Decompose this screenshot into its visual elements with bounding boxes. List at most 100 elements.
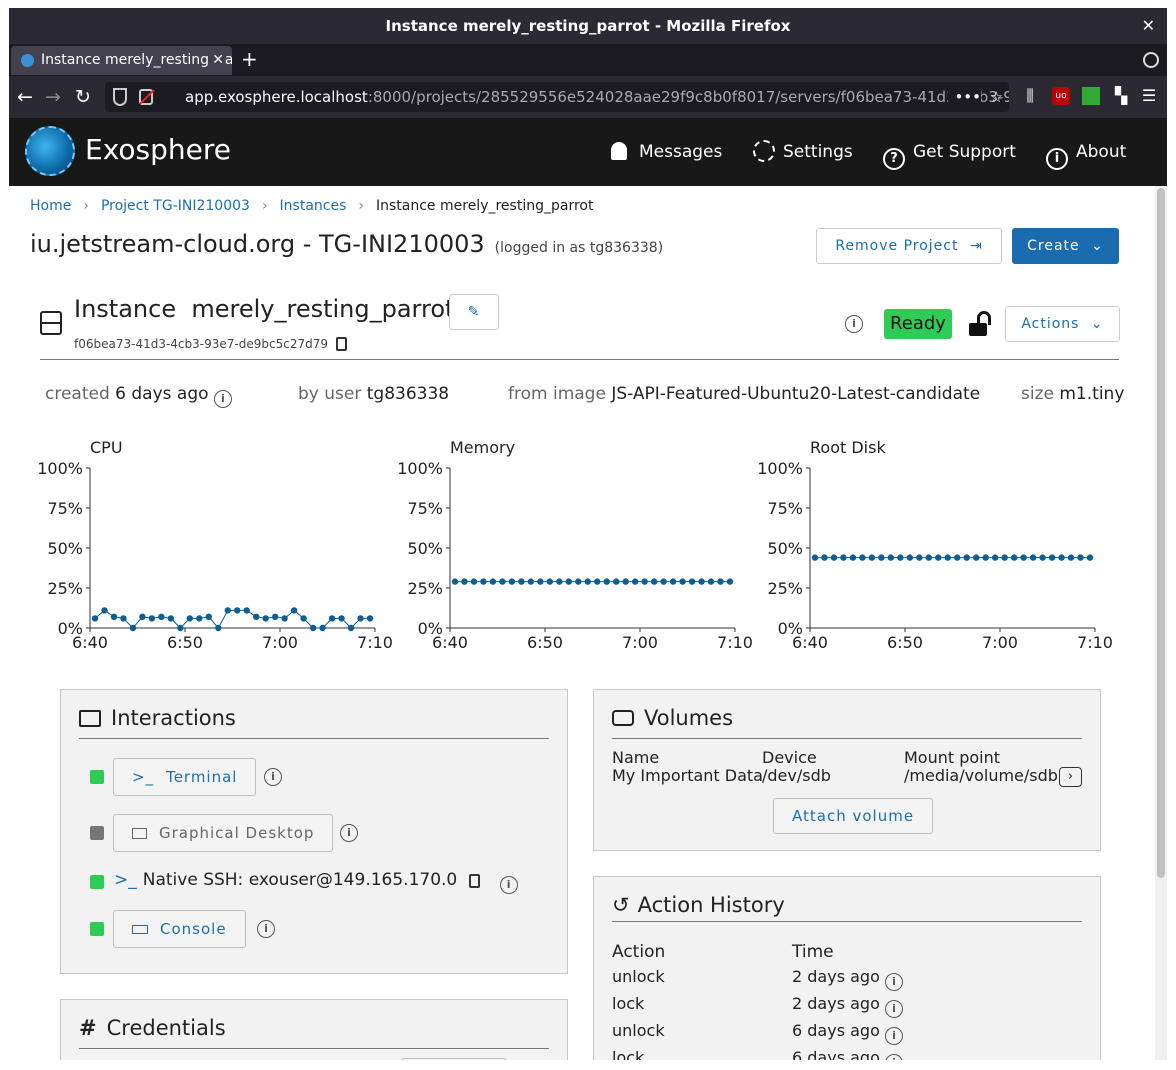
data-point: [470, 578, 478, 585]
meta-user: by user tg836338: [298, 384, 449, 404]
status-badge: Ready: [884, 309, 952, 339]
breadcrumb-project[interactable]: Project TG-INI210003: [101, 198, 250, 214]
x-tick-label: 7:00: [622, 633, 658, 652]
remove-project-button[interactable]: Remove Project ⇥: [816, 228, 1002, 264]
data-point: [849, 554, 857, 561]
data-point: [101, 607, 108, 614]
copy-ssh-icon[interactable]: [469, 874, 481, 888]
data-point: [688, 578, 696, 585]
divider: [612, 921, 1082, 922]
history-time-1-text: 2 days ago: [792, 967, 880, 986]
attach-volume-button[interactable]: Attach volume: [773, 798, 934, 834]
support-menu-item[interactable]: ? Get Support: [883, 118, 1016, 186]
unlocked-padlock-icon[interactable]: [969, 311, 993, 337]
desktop-info-icon[interactable]: i: [340, 824, 358, 842]
url-path: :8000/projects/285529556e524028aae29f9c8…: [367, 88, 1009, 106]
question-icon: ?: [883, 148, 905, 170]
y-tick-label: 75%: [407, 499, 443, 518]
chevron-right-icon[interactable]: ›: [1059, 767, 1082, 787]
data-point: [489, 578, 497, 585]
url-bar[interactable]: app.exosphere.localhost:8000/projects/28…: [105, 82, 1009, 112]
status-info-icon[interactable]: i: [845, 315, 863, 333]
terminal-status-indicator: [90, 770, 104, 784]
data-point: [1001, 554, 1008, 561]
close-tab-icon[interactable]: ✕: [208, 46, 224, 75]
new-tab-icon[interactable]: +: [241, 46, 258, 72]
messages-menu-item[interactable]: Messages: [611, 118, 722, 186]
console-info-icon[interactable]: i: [257, 920, 275, 938]
breadcrumb-home[interactable]: Home: [30, 198, 71, 214]
settings-menu-item[interactable]: Settings: [753, 118, 853, 186]
brand-name[interactable]: Exosphere: [85, 132, 231, 168]
data-point: [120, 615, 127, 622]
ssh-info-icon[interactable]: i: [499, 876, 518, 894]
copy-uuid-icon[interactable]: [335, 337, 347, 351]
y-tick-label: 50%: [767, 539, 803, 558]
data-point: [527, 578, 535, 585]
library-icon[interactable]: ⫼: [1021, 87, 1039, 105]
time-info-icon[interactable]: i: [884, 1054, 903, 1060]
data-point: [935, 554, 942, 561]
divider: [79, 738, 549, 739]
data-point: [631, 578, 639, 585]
console-button[interactable]: Console: [113, 910, 246, 948]
terminal-button[interactable]: >_ Terminal: [113, 758, 257, 796]
data-point: [196, 615, 203, 622]
hamburger-menu-icon[interactable]: ☰: [1140, 87, 1158, 105]
data-point: [309, 624, 317, 632]
about-menu-item[interactable]: i About: [1046, 118, 1126, 186]
back-icon[interactable]: ←: [17, 76, 33, 118]
ublock-icon[interactable]: uo: [1052, 87, 1070, 105]
breadcrumb-instances[interactable]: Instances: [280, 198, 347, 214]
desktop-icon: [132, 828, 147, 839]
forward-icon[interactable]: →: [45, 76, 61, 118]
data-point: [565, 578, 572, 585]
credentials-button[interactable]: [401, 1058, 507, 1060]
graphical-desktop-button[interactable]: Graphical Desktop: [113, 814, 334, 852]
messages-label: Messages: [639, 142, 723, 162]
data-point: [215, 624, 222, 632]
edit-name-button[interactable]: ✎: [449, 294, 499, 330]
desktop-label: Graphical Desktop: [159, 824, 315, 842]
create-button[interactable]: Create ⌄: [1012, 228, 1119, 264]
extensions-icon[interactable]: ▚: [1112, 87, 1130, 105]
page-scrollbar[interactable]: [1155, 186, 1167, 1060]
breadcrumb: Home › Project TG-INI210003 › Instances › Inst…: [30, 198, 594, 214]
close-window-icon[interactable]: ✕: [1142, 8, 1155, 44]
instance-uuid: f06bea73-41d3-4cb3-93e7-de9bc5c27d79: [74, 337, 347, 351]
created-info-icon[interactable]: i: [213, 390, 232, 408]
volume-name[interactable]: My Important Data: [612, 766, 763, 785]
data-point: [991, 554, 999, 561]
time-info-icon[interactable]: i: [884, 1000, 903, 1018]
data-point: [366, 615, 374, 622]
x-tick-label: 6:50: [167, 633, 203, 652]
info-icon: i: [1046, 148, 1068, 170]
time-info-icon[interactable]: i: [884, 973, 903, 991]
y-tick-label: 25%: [407, 579, 443, 598]
page-actions-icon[interactable]: •••: [948, 82, 981, 112]
user-label: by user: [298, 384, 362, 404]
data-point: [840, 554, 847, 561]
data-point: [613, 578, 620, 585]
terminal-info-icon[interactable]: i: [264, 768, 282, 786]
reload-icon[interactable]: ↻: [75, 76, 91, 118]
time-info-icon[interactable]: i: [884, 1027, 903, 1045]
exosphere-logo[interactable]: [25, 126, 75, 176]
y-tick-label: 25%: [47, 579, 83, 598]
extension-icon[interactable]: [1143, 52, 1159, 68]
browser-tab[interactable]: Instance merely_resting_parrot ✕: [11, 46, 232, 75]
green-extension-icon[interactable]: [1082, 87, 1100, 105]
actions-label: Actions: [1021, 316, 1080, 332]
shield-icon[interactable]: [113, 88, 127, 106]
scrollbar-thumb[interactable]: [1157, 188, 1165, 878]
terminal-label: Terminal: [166, 768, 238, 786]
history-col-time: Time: [792, 942, 834, 962]
insecure-lock-icon[interactable]: [139, 89, 153, 105]
data-point: [518, 578, 525, 585]
terminal-icon: >_: [114, 870, 137, 890]
ssh-status-indicator: [90, 875, 104, 889]
image-label: from image: [508, 384, 606, 404]
bookmark-star-icon[interactable]: ☆: [990, 82, 1003, 112]
volume-mount: /media/volume/sdb: [904, 766, 1058, 785]
actions-button[interactable]: Actions ⌄: [1005, 306, 1120, 342]
